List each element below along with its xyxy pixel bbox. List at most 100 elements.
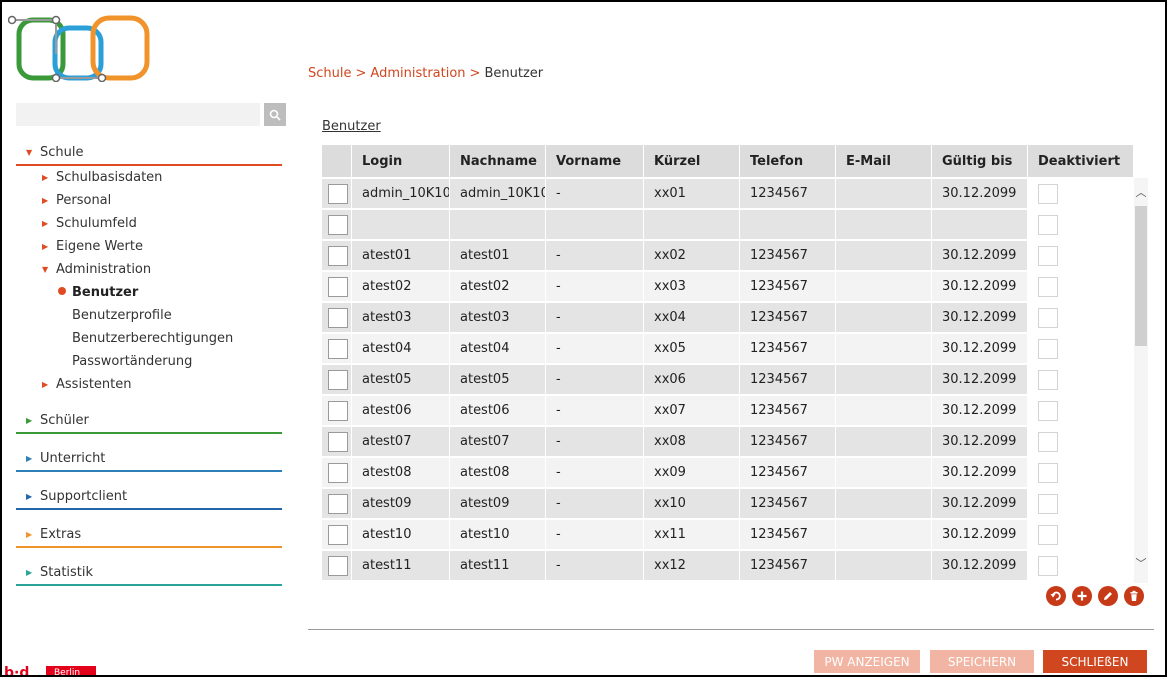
speichern-button[interactable]: SPEICHERN xyxy=(930,650,1034,673)
breadcrumb-administration[interactable]: Administration xyxy=(370,66,465,81)
deaktiviert-checkbox[interactable] xyxy=(1038,462,1058,483)
table-row[interactable] xyxy=(322,210,1134,239)
nav-item-assistenten[interactable]: ▶ Assistenten xyxy=(16,373,282,396)
row-select-checkbox[interactable] xyxy=(328,462,348,483)
search-input[interactable] xyxy=(16,103,260,126)
nav-section-schueler[interactable]: ▶ Schüler xyxy=(16,410,282,432)
table-row[interactable]: atest11 atest11- xx12 1234567 30.12.2099 xyxy=(322,551,1134,580)
table-row[interactable]: admin_10K10 admin_10K10- xx01 1234567 30.12.… xyxy=(322,179,1134,208)
table-row[interactable]: atest10 atest10- xx11 1234567 30.12.2099 xyxy=(322,520,1134,549)
row-select-checkbox[interactable] xyxy=(328,276,348,297)
chevron-up-icon[interactable]: ︿ xyxy=(1134,186,1148,200)
header-vorname[interactable]: Vorname xyxy=(546,145,644,177)
row-select-checkbox[interactable] xyxy=(328,214,348,235)
row-select-checkbox[interactable] xyxy=(328,524,348,545)
row-select-cell xyxy=(322,427,352,456)
header-deaktiviert[interactable]: Deaktiviert xyxy=(1028,145,1134,177)
table-row[interactable]: atest01 atest01- xx02 1234567 30.12.2099 xyxy=(322,241,1134,270)
add-button[interactable] xyxy=(1072,586,1092,606)
cell-login: atest07 xyxy=(352,427,450,456)
row-select-cell xyxy=(322,303,352,332)
deaktiviert-checkbox[interactable] xyxy=(1038,245,1058,266)
delete-button[interactable] xyxy=(1124,586,1144,606)
nav-leaf-passwortaenderung[interactable]: Passwortänderung xyxy=(16,350,282,373)
table-scrollbar[interactable]: ︿ ﹀ xyxy=(1134,178,1148,583)
nav-section-extras[interactable]: ▶ Extras xyxy=(16,524,282,546)
table-row[interactable]: atest03 atest03- xx04 1234567 30.12.2099 xyxy=(322,303,1134,332)
deaktiviert-checkbox[interactable] xyxy=(1038,400,1058,421)
breadcrumb-schule[interactable]: Schule xyxy=(308,66,352,81)
nav-item-schulbasisdaten[interactable]: ▶ Schulbasisdaten xyxy=(16,166,282,189)
table-row[interactable]: atest05 atest05- xx06 1234567 30.12.2099 xyxy=(322,365,1134,394)
cell-kuerzel: xx09 xyxy=(644,458,740,487)
search-button[interactable] xyxy=(264,103,286,126)
header-select xyxy=(322,145,352,177)
chevron-down-icon[interactable]: ﹀ xyxy=(1134,557,1148,571)
row-select-checkbox[interactable] xyxy=(328,555,348,576)
nav-leaf-benutzerprofile[interactable]: Benutzerprofile xyxy=(16,304,282,327)
cell-login xyxy=(352,210,450,239)
cell-deaktiviert xyxy=(1028,551,1134,580)
nav-section-schule[interactable]: ▼ Schule xyxy=(16,142,282,164)
pw-anzeigen-button[interactable]: PW ANZEIGEN xyxy=(814,650,920,673)
search-icon xyxy=(269,109,281,121)
nav-item-administration[interactable]: ▼ Administration xyxy=(16,258,282,281)
table-row[interactable]: atest09 atest09- xx10 1234567 30.12.2099 xyxy=(322,489,1134,518)
deaktiviert-checkbox[interactable] xyxy=(1038,214,1058,235)
table-row[interactable]: atest08 atest08- xx09 1234567 30.12.2099 xyxy=(322,458,1134,487)
nav-item-schulumfeld[interactable]: ▶ Schulumfeld xyxy=(16,212,282,235)
nav-section-label: Extras xyxy=(40,527,82,542)
cell-login: atest05 xyxy=(352,365,450,394)
table-row[interactable]: atest07 atest07- xx08 1234567 30.12.2099 xyxy=(322,427,1134,456)
header-nachname[interactable]: Nachname xyxy=(450,145,546,177)
deaktiviert-checkbox[interactable] xyxy=(1038,493,1058,514)
cell-login: atest10 xyxy=(352,520,450,549)
deaktiviert-checkbox[interactable] xyxy=(1038,183,1058,204)
breadcrumb-separator: > xyxy=(469,66,481,81)
header-login[interactable]: Login xyxy=(352,145,450,177)
cell-nachname: atest07 xyxy=(450,427,546,456)
berlin-logo-box: Berlin xyxy=(46,666,96,675)
nav-leaf-benutzerberechtigungen[interactable]: Benutzerberechtigungen xyxy=(16,327,282,350)
nav-item-personal[interactable]: ▶ Personal xyxy=(16,189,282,212)
undo-button[interactable] xyxy=(1046,586,1066,606)
header-kuerzel[interactable]: Kürzel xyxy=(644,145,740,177)
deaktiviert-checkbox[interactable] xyxy=(1038,307,1058,328)
row-select-checkbox[interactable] xyxy=(328,369,348,390)
row-select-checkbox[interactable] xyxy=(328,245,348,266)
deaktiviert-checkbox[interactable] xyxy=(1038,276,1058,297)
deaktiviert-checkbox[interactable] xyxy=(1038,431,1058,452)
cell-deaktiviert xyxy=(1028,489,1134,518)
nav-section-supportclient[interactable]: ▶ Supportclient xyxy=(16,486,282,508)
row-select-checkbox[interactable] xyxy=(328,307,348,328)
deaktiviert-checkbox[interactable] xyxy=(1038,555,1058,576)
nav-item-eigene-werte[interactable]: ▶ Eigene Werte xyxy=(16,235,282,258)
nav-section-unterricht[interactable]: ▶ Unterricht xyxy=(16,448,282,470)
header-gueltig-bis[interactable]: Gültig bis xyxy=(932,145,1028,177)
row-select-checkbox[interactable] xyxy=(328,338,348,359)
deaktiviert-checkbox[interactable] xyxy=(1038,338,1058,359)
cell-gueltig-bis: 30.12.2099 xyxy=(932,303,1028,332)
cell-email xyxy=(836,241,932,270)
header-email[interactable]: E-Mail xyxy=(836,145,932,177)
table-row[interactable]: atest04 atest04- xx05 1234567 30.12.2099 xyxy=(322,334,1134,363)
table-row[interactable]: atest06 atest06- xx07 1234567 30.12.2099 xyxy=(322,396,1134,425)
edit-button[interactable] xyxy=(1098,586,1118,606)
deaktiviert-checkbox[interactable] xyxy=(1038,524,1058,545)
cell-nachname: atest11 xyxy=(450,551,546,580)
table-row[interactable]: atest02 atest02- xx03 1234567 30.12.2099 xyxy=(322,272,1134,301)
nav-leaf-benutzer[interactable]: Benutzer xyxy=(16,281,282,304)
nav-section-label: Schule xyxy=(40,145,84,160)
delete-icon xyxy=(1130,590,1138,601)
row-select-checkbox[interactable] xyxy=(328,400,348,421)
scrollbar-thumb[interactable] xyxy=(1135,206,1147,346)
row-select-checkbox[interactable] xyxy=(328,183,348,204)
nav-section-statistik[interactable]: ▶ Statistik xyxy=(16,562,282,584)
header-telefon[interactable]: Telefon xyxy=(740,145,836,177)
footer-divider xyxy=(308,629,1154,630)
row-select-checkbox[interactable] xyxy=(328,493,348,514)
schliessen-button[interactable]: SCHLIEßEN xyxy=(1043,650,1147,673)
cell-nachname: atest05 xyxy=(450,365,546,394)
deaktiviert-checkbox[interactable] xyxy=(1038,369,1058,390)
row-select-checkbox[interactable] xyxy=(328,431,348,452)
